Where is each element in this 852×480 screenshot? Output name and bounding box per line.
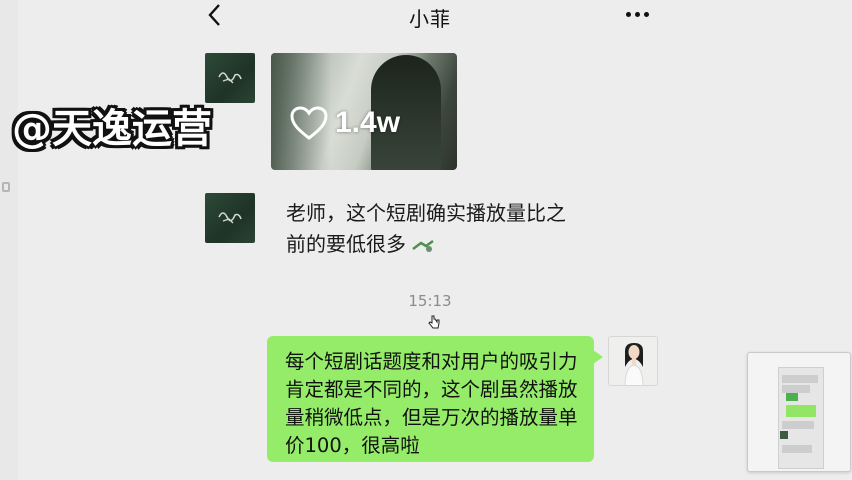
left-window-edge	[0, 0, 18, 480]
incoming-message[interactable]: 老师，这个短剧确实播放量比之前的要低很多	[272, 198, 592, 260]
likes-badge: 1.4w	[289, 103, 400, 143]
hand-cursor-icon	[428, 315, 440, 329]
message-timestamp: 15:13	[408, 292, 452, 310]
watermark-text: @天逸运营	[12, 106, 212, 152]
edge-handle-icon	[2, 182, 10, 192]
likes-count: 1.4w	[335, 106, 401, 139]
more-dots-icon	[625, 11, 631, 17]
outgoing-message-bubble[interactable]: 每个短剧话题度和对用户的吸引力肯定都是不同的，这个剧虽然播放量稍微低点，但是万次…	[267, 336, 603, 462]
more-button[interactable]	[622, 2, 652, 26]
shared-video-thumbnail[interactable]: 1.4w	[271, 53, 457, 170]
avatar-scribble-icon	[218, 72, 242, 84]
contact-avatar[interactable]	[205, 53, 255, 103]
emoji-icon	[412, 239, 435, 252]
woman-portrait-icon	[609, 337, 657, 385]
contact-avatar[interactable]	[205, 193, 255, 243]
heart-icon	[290, 106, 328, 140]
floating-preview-window[interactable]	[747, 352, 851, 472]
avatar-scribble-icon	[218, 212, 242, 224]
chat-header: 小菲	[188, 0, 672, 31]
my-avatar[interactable]	[608, 336, 658, 386]
outgoing-message-text: 每个短剧话题度和对用户的吸引力肯定都是不同的，这个剧虽然播放量稍微低点，但是万次…	[285, 350, 578, 457]
chat-title: 小菲	[409, 7, 451, 31]
